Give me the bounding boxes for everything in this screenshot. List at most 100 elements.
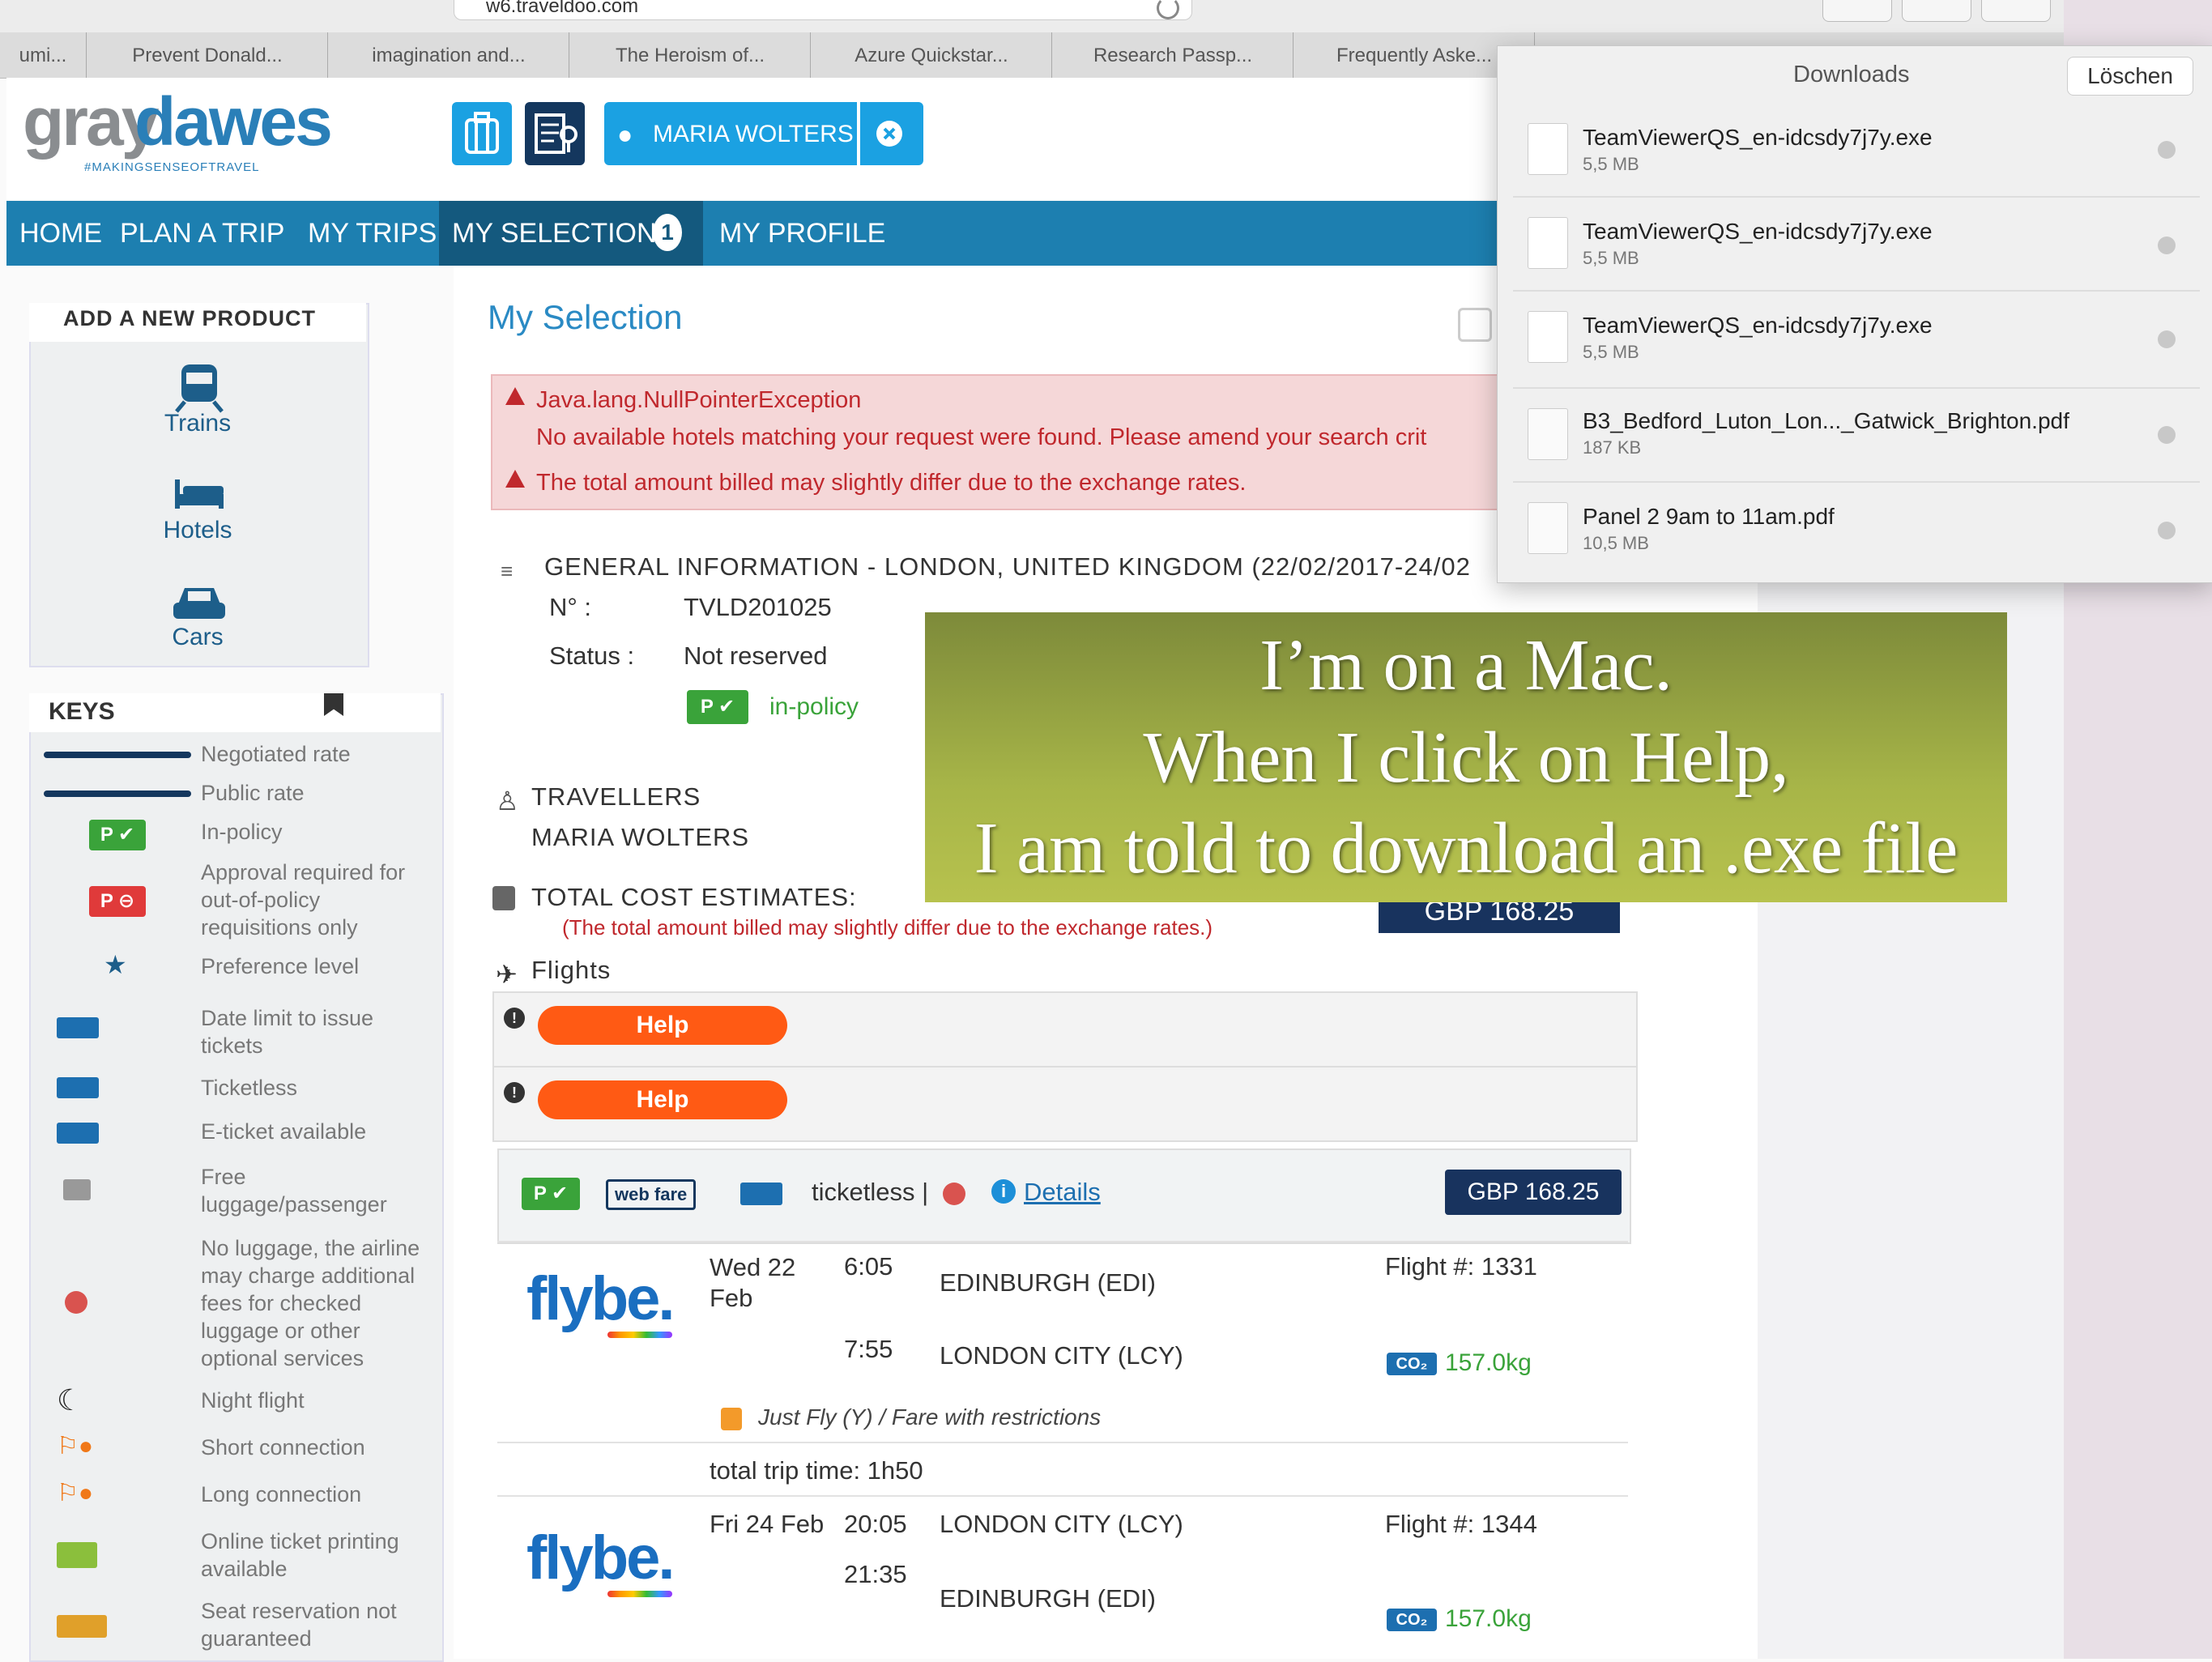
details-info-icon: i [991,1179,1016,1204]
flight-date: Fri 24 Feb [710,1510,825,1538]
clear-downloads-button[interactable]: Löschen [2067,57,2193,96]
logo-tagline: #MAKINGSENSEOFTRAVEL [84,160,260,174]
share-toolbar-button[interactable] [1902,0,1971,22]
user-icon: ● [617,120,633,149]
keys-title: KEYS [49,698,115,725]
nav-plan-a-trip[interactable]: PLAN A TRIP [120,201,284,266]
arrival-airport: EDINBURGH (EDI) [940,1584,1156,1613]
download-separator [1513,196,2200,198]
nav-my-selection[interactable]: MY SELECTION [452,201,657,266]
key-label: Ticketless [201,1076,298,1100]
arrival-time: 21:35 [844,1560,907,1588]
download-name[interactable]: TeamViewerQS_en-idcsdy7j7y.exe [1583,125,1933,151]
in-policy-badge: P ✔ [687,690,748,724]
key-label: Free luggage/passenger [201,1165,387,1217]
download-size: 10,5 MB [1583,533,1649,553]
key-label: Negotiated rate [201,742,351,766]
warning-icon [505,470,525,488]
alert-text: No available hotels matching your reques… [536,424,1427,450]
key-label: Seat reservation not guaranteed [201,1599,397,1651]
url-text: w6.traveldoo.com [486,0,639,17]
add-cars-link[interactable]: Cars [133,624,262,651]
magnifier-icon[interactable] [2158,237,2176,254]
moon-icon: ☾ [57,1383,83,1417]
info-icon: ! [504,1008,525,1029]
pdf-icon [1528,502,1568,554]
itinerary-button[interactable] [452,102,512,165]
download-name[interactable]: TeamViewerQS_en-idcsdy7j7y.exe [1583,219,1933,245]
short-connection-icon: ⚐● [57,1433,94,1460]
downloads-toolbar-button[interactable] [1822,0,1892,22]
browser-tab[interactable]: umi... [0,32,87,78]
travellers-heading: TRAVELLERS [531,782,701,811]
browser-tab[interactable]: Prevent Donald... [87,32,328,78]
print-icon[interactable] [1458,308,1492,342]
tabs-toolbar-button[interactable] [1981,0,2051,22]
magnifier-icon[interactable] [2158,141,2176,159]
row-divider [497,1442,1628,1443]
magnifier-icon[interactable] [2158,330,2176,348]
page-title: My Selection [488,298,683,336]
bed-icon[interactable] [157,476,241,516]
download-name[interactable]: Panel 2 9am to 11am.pdf [1583,504,1835,530]
fare-type: Just Fly (Y) / Fare with restrictions [758,1404,1102,1430]
download-separator [1513,387,2200,389]
browser-tab[interactable]: Azure Quickstar... [812,32,1052,78]
key-label: E-ticket available [201,1119,367,1144]
general-info-heading: GENERAL INFORMATION - LONDON, UNITED KIN… [544,552,1471,581]
user-account-button[interactable]: ● MARIA WOLTERS [604,102,857,165]
seat-reservation-icon [57,1615,107,1638]
departure-time: 20:05 [844,1510,907,1538]
departure-airport: LONDON CITY (LCY) [940,1510,1183,1538]
help-button[interactable]: Help [538,1080,787,1119]
add-trains-link[interactable]: Trains [133,410,262,437]
arrival-airport: LONDON CITY (LCY) [940,1341,1183,1370]
e-ticket-icon [57,1123,99,1144]
logout-button[interactable] [860,102,923,165]
long-connection-icon: ⚐● [57,1480,94,1506]
row-divider [497,1495,1628,1497]
train-icon[interactable] [157,361,241,417]
in-policy-icon: P ✔ [89,820,146,850]
browser-tab[interactable]: Research Passp... [1053,32,1294,78]
nav-my-trips[interactable]: MY TRIPS [308,201,437,266]
airline-logo: flybe. [526,1524,675,1592]
list-icon: ≡ [501,559,514,583]
departure-airport: EDINBURGH (EDI) [940,1268,1156,1297]
add-hotels-link[interactable]: Hotels [133,517,262,544]
departure-time: 6:05 [844,1252,893,1281]
browser-tab[interactable]: The Heroism of... [570,32,811,78]
caption-line: I am told to download an .exe file [974,808,1958,889]
download-name[interactable]: B3_Bedford_Luton_Lon..._Gatwick_Brighton… [1583,408,2069,434]
details-link[interactable]: Details [1024,1178,1101,1207]
magnifier-icon[interactable] [2158,426,2176,444]
airline-logo-dots [607,1332,672,1338]
file-icon [1528,311,1568,363]
arrival-time: 7:55 [844,1335,893,1363]
info-icon: ! [504,1082,525,1103]
documents-button[interactable] [525,102,585,165]
warning-icon [505,387,525,405]
help-button[interactable]: Help [538,1006,787,1045]
browser-tab[interactable]: imagination and... [329,32,569,78]
alert-text: Java.lang.NullPointerException [536,387,862,413]
co2-icon: CO₂ [1387,1609,1437,1631]
user-name: MARIA WOLTERS [653,121,854,147]
alert-text: The total amount billed may slightly dif… [536,470,1247,496]
logo-dawes[interactable]: dawes [134,83,333,161]
no-luggage-icon [943,1183,965,1205]
magnifier-icon[interactable] [2158,522,2176,539]
nav-my-profile[interactable]: MY PROFILE [719,201,885,266]
ticketless-icon [740,1183,782,1205]
download-name[interactable]: TeamViewerQS_en-idcsdy7j7y.exe [1583,313,1933,339]
restriction-icon [721,1408,742,1430]
row-divider [497,1241,1628,1242]
car-icon[interactable] [157,580,241,629]
download-size: 5,5 MB [1583,342,1639,362]
pdf-icon [1528,408,1568,460]
public-rate-line [44,791,191,797]
nav-home[interactable]: HOME [19,201,102,266]
cost-heading: TOTAL COST ESTIMATES: [531,883,857,911]
key-label: In-policy [201,820,283,844]
flight-number: Flight #: 1344 [1385,1510,1537,1538]
